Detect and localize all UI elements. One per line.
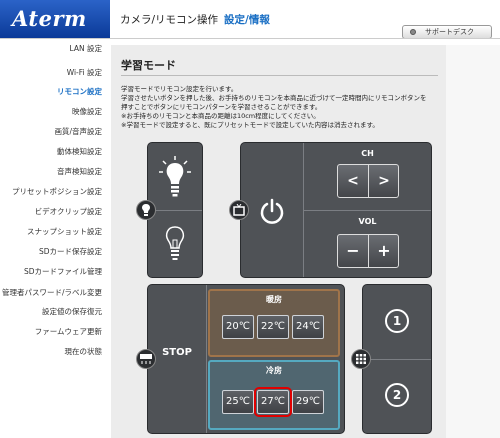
title-divider xyxy=(121,75,438,76)
vol-label: VOL xyxy=(358,217,377,226)
description-line: ※学習モードで設定すると、既にプリセットモードで設定していた内容は消去されます。 xyxy=(121,121,379,129)
light-panel xyxy=(136,142,203,278)
header-divider xyxy=(0,38,500,39)
grid-category-icon xyxy=(351,349,371,369)
sidebar-item-status[interactable]: 現在の状態 xyxy=(65,346,103,357)
heat-box: 暖房 20℃ 22℃ 24℃ xyxy=(208,289,340,357)
sidebar-item-firmware[interactable]: ファームウェア更新 xyxy=(35,326,102,337)
sidebar-item-video[interactable]: 映像設定 xyxy=(72,106,102,117)
header: Aterm カメラ/リモコン操作 設定/情報 サポートデスク xyxy=(0,0,500,39)
panel-divider xyxy=(363,359,431,360)
ch-prev-button[interactable]: < xyxy=(338,165,368,197)
custom-panel: 1 2 xyxy=(351,284,432,434)
vol-up-button[interactable]: + xyxy=(369,235,399,267)
sidebar-item-snapshot[interactable]: スナップショット設定 xyxy=(27,226,102,237)
page-header-title: カメラ/リモコン操作 xyxy=(120,14,219,26)
vol-down-button[interactable]: − xyxy=(338,235,368,267)
support-desk-button[interactable]: サポートデスク xyxy=(402,25,492,39)
ch-label: CH xyxy=(361,149,374,158)
cool-29-button[interactable]: 29℃ xyxy=(292,390,324,414)
stop-button[interactable]: STOP xyxy=(148,347,206,358)
custom-2-button[interactable]: 2 xyxy=(385,383,409,407)
cool-box: 冷房 25℃ 27℃ 29℃ xyxy=(208,360,340,430)
cool-25-button[interactable]: 25℃ xyxy=(222,390,254,414)
panel-divider xyxy=(148,210,202,211)
main-content: 学習モード 学習モードでリモコン設定を行います。 学習させたいボタンを押した後、… xyxy=(111,45,446,438)
sidebar-item-backup[interactable]: 設定値の保存復元 xyxy=(42,306,102,317)
power-icon xyxy=(260,198,284,224)
sidebar-item-videoclip[interactable]: ビデオクリップ設定 xyxy=(35,206,102,217)
light-on-button[interactable] xyxy=(158,155,192,199)
tv-category-icon xyxy=(229,200,249,220)
right-margin xyxy=(446,45,500,438)
support-desk-label: サポートデスク xyxy=(425,28,474,36)
sidebar-item-audio-detect[interactable]: 音声検知設定 xyxy=(57,166,102,177)
panel-divider xyxy=(304,210,431,211)
tv-panel: CH < > VOL − + xyxy=(229,142,432,278)
bulb-on-icon xyxy=(159,156,191,197)
sidebar-item-motion[interactable]: 動体検知設定 xyxy=(57,146,102,157)
bulb-off-icon xyxy=(165,226,185,260)
sidebar-item-wifi[interactable]: Wi-Fi 設定 xyxy=(67,67,102,78)
support-icon xyxy=(410,29,416,35)
sidebar-item-sd-save[interactable]: SDカード保存設定 xyxy=(39,246,102,257)
cool-27-button[interactable]: 27℃ xyxy=(254,387,292,417)
heat-22-button[interactable]: 22℃ xyxy=(257,315,289,339)
sidebar-item-remote[interactable]: リモコン設定 xyxy=(57,86,102,97)
cool-label: 冷房 xyxy=(266,366,282,375)
settings-info-link[interactable]: 設定/情報 xyxy=(224,12,270,27)
sidebar-item-quality[interactable]: 画質/音声設定 xyxy=(54,126,102,137)
ch-next-button[interactable]: > xyxy=(369,165,399,197)
custom-1-button[interactable]: 1 xyxy=(385,309,409,333)
ch-button-group: < > xyxy=(337,164,399,198)
aircon-panel: STOP 暖房 20℃ 22℃ 24℃ 冷房 25℃ 27℃ 29℃ xyxy=(136,284,345,434)
vol-button-group: − + xyxy=(337,234,399,268)
sidebar-item-preset[interactable]: プリセットポジション設定 xyxy=(12,186,102,197)
panel-divider xyxy=(206,285,207,433)
sidebar-item-sd-files[interactable]: SDカードファイル管理 xyxy=(24,266,102,277)
sidebar-item-lan[interactable]: LAN 設定 xyxy=(70,43,102,54)
page-title: 学習モード xyxy=(121,59,176,72)
light-category-icon xyxy=(136,200,156,220)
light-off-button[interactable] xyxy=(162,223,188,267)
heat-24-button[interactable]: 24℃ xyxy=(292,315,324,339)
heat-label: 暖房 xyxy=(266,295,282,304)
logo: Aterm xyxy=(0,0,110,38)
sidebar-item-admin-password[interactable]: 管理者パスワード/ラベル変更 xyxy=(2,287,102,298)
power-button[interactable] xyxy=(257,197,287,227)
heat-20-button[interactable]: 20℃ xyxy=(222,315,254,339)
aircon-category-icon xyxy=(136,349,156,369)
